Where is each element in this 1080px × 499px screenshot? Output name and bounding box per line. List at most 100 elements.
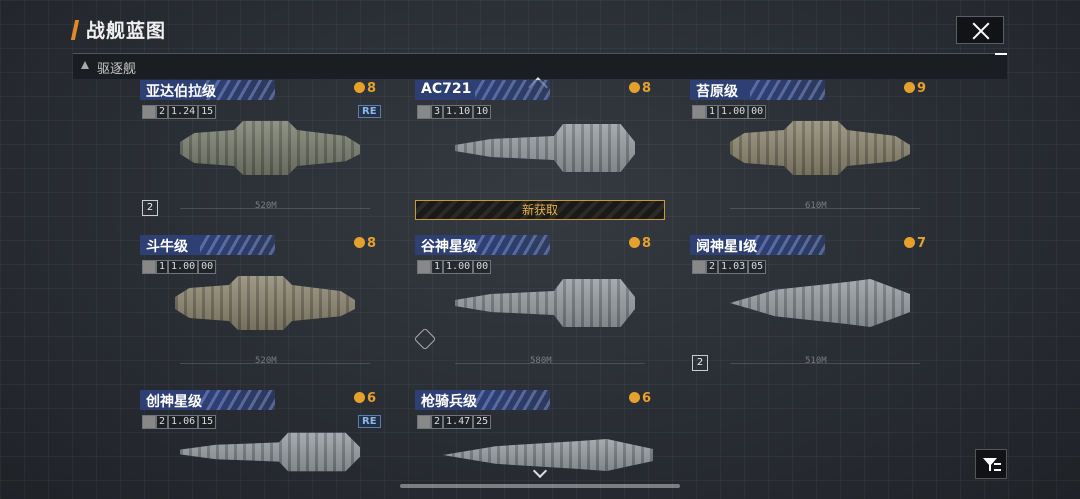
rank: 8 [353, 81, 376, 96]
rank-icon [353, 82, 365, 93]
name-plate: 阋神星I级 [690, 235, 825, 255]
duplicate-badge: 2 [142, 200, 158, 216]
rank-icon [628, 237, 640, 248]
ship-name: 阋神星I级 [696, 239, 758, 255]
ship-type-icon [417, 415, 431, 429]
stat-value-2: 15 [198, 415, 217, 429]
stat-count: 2 [431, 415, 444, 429]
stat-value-2: 00 [198, 260, 217, 274]
name-plate: 亚达伯拉级 [140, 80, 275, 100]
ship-name: 谷神星级 [421, 239, 477, 255]
rank-value: 6 [641, 391, 651, 406]
name-plate: 枪骑兵级 [415, 390, 550, 410]
rank-value: 6 [366, 391, 376, 406]
stat-count: 1 [706, 105, 719, 119]
rank-icon [628, 82, 640, 93]
name-plate: 斗牛级 [140, 235, 275, 255]
stat-value-2: 15 [198, 105, 217, 119]
top-bar: 战舰蓝图 [0, 0, 1080, 52]
category-label: 驱逐舰 [97, 62, 137, 77]
ship-type-icon [417, 260, 431, 274]
rank: 7 [903, 236, 926, 251]
ship-image [180, 121, 360, 175]
length-label: 510M [805, 356, 827, 366]
rank: 8 [628, 236, 651, 251]
stat-value-2: 10 [473, 105, 492, 119]
length-label: 520M [255, 201, 277, 211]
ship-type-icon [692, 105, 706, 119]
close-button[interactable] [956, 16, 1004, 44]
rank-icon [353, 237, 365, 248]
ship-card-lancer[interactable]: 枪骑兵级 6 2 1.47 25 [415, 390, 655, 490]
rank: 8 [628, 81, 651, 96]
stat-row: 1 1.00 00 [417, 260, 492, 274]
rank-icon [903, 237, 915, 248]
ship-card-makemake[interactable]: 创神星级 6 2 1.06 15 RE [140, 390, 381, 490]
stat-value-2: 25 [473, 415, 492, 429]
rank: 6 [353, 391, 376, 406]
ship-image [180, 432, 360, 472]
rank-value: 8 [366, 236, 376, 251]
rank: 9 [903, 81, 926, 96]
scrollbar[interactable] [400, 484, 680, 488]
length-label: 580M [530, 356, 552, 366]
ship-type-icon [142, 105, 156, 119]
ship-type-icon [142, 415, 156, 429]
ship-type-icon [142, 260, 156, 274]
rank-value: 8 [366, 81, 376, 96]
stat-row: 2 1.47 25 [417, 415, 492, 429]
rank-value: 9 [916, 81, 926, 96]
re-badge: RE [358, 105, 381, 118]
re-badge: RE [358, 415, 381, 428]
stat-count: 2 [706, 260, 719, 274]
rank-icon [628, 392, 640, 403]
stat-count: 3 [431, 105, 444, 119]
ship-image [175, 276, 355, 330]
ship-type-icon [417, 105, 431, 119]
stat-value: 1.06 [168, 415, 199, 429]
ship-card-abra[interactable]: 亚达伯拉级 8 2 1.24 15 RE 520M 2 [140, 80, 381, 225]
name-plate: 创神星级 [140, 390, 275, 410]
ship-name: AC721 [421, 81, 472, 97]
page-title: 战舰蓝图 [86, 20, 167, 42]
stat-row: 2 1.03 05 [692, 260, 767, 274]
stat-count: 1 [431, 260, 444, 274]
category-bar[interactable]: 驱逐舰 [73, 53, 1007, 79]
ship-card-ceres[interactable]: 谷神星级 8 1 1.00 00 580M [413, 235, 655, 380]
duplicate-badge: 2 [692, 355, 708, 371]
hexagon-icon [413, 327, 437, 351]
rank-value: 8 [641, 81, 651, 96]
rank-icon [903, 82, 915, 93]
length-label: 610M [805, 201, 827, 211]
stat-row: 2 1.24 15 [142, 105, 217, 119]
stat-value: 1.10 [443, 105, 474, 119]
filter-button[interactable] [975, 449, 1007, 479]
ship-type-icon [692, 260, 706, 274]
ship-name: 创神星级 [146, 394, 202, 410]
title-accent [70, 20, 80, 40]
filter-lines-icon [994, 463, 1001, 471]
stat-value-2: 00 [473, 260, 492, 274]
length-label: 520M [255, 356, 277, 366]
stat-count: 1 [156, 260, 169, 274]
ship-card-ac721[interactable]: AC721 8 3 1.10 10 新获取 [415, 80, 665, 225]
rank-value: 7 [916, 236, 926, 251]
stat-value: 1.00 [718, 105, 749, 119]
rank: 8 [353, 236, 376, 251]
ship-card-eris[interactable]: 阋神星I级 7 2 1.03 05 510M 2 [690, 235, 930, 380]
rank-icon [353, 392, 365, 403]
stat-row: 1 1.00 00 [142, 260, 217, 274]
stat-count: 2 [156, 415, 169, 429]
ship-card-tundra[interactable]: 苔原级 9 1 1.00 00 610M [690, 80, 930, 225]
ship-image [443, 439, 653, 471]
ship-name: 斗牛级 [146, 239, 188, 255]
stat-value-2: 05 [748, 260, 767, 274]
corner-marker [995, 53, 1007, 55]
filter-icon-stem [989, 464, 991, 471]
stat-value: 1.03 [718, 260, 749, 274]
stat-value-2: 00 [748, 105, 767, 119]
name-plate: 苔原级 [690, 80, 825, 100]
ship-card-bull[interactable]: 斗牛级 8 1 1.00 00 520M [140, 235, 380, 380]
stat-count: 2 [156, 105, 169, 119]
rank-value: 8 [641, 236, 651, 251]
